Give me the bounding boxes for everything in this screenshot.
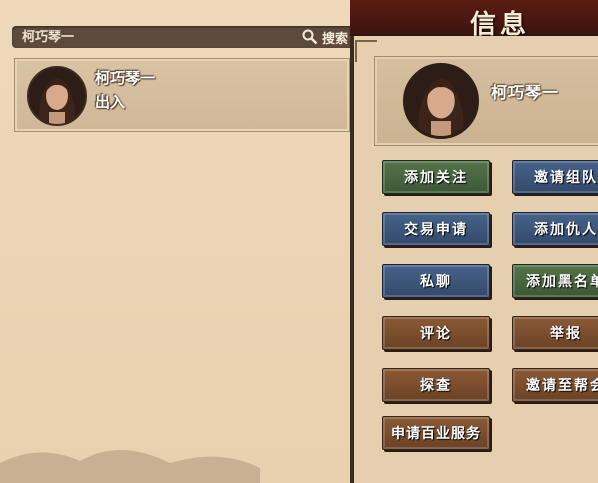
report-button[interactable]: 举报 — [512, 316, 598, 350]
trade-request-button[interactable]: 交易申请 — [382, 212, 490, 246]
profession-service-button[interactable]: 申请百业服务 — [382, 416, 490, 450]
search-button[interactable]: 搜索 — [302, 26, 348, 48]
private-chat-button[interactable]: 私聊 — [382, 264, 490, 298]
add-enemy-button[interactable]: 添加仇人 — [512, 212, 598, 246]
friend-name: 柯巧琴一 — [95, 69, 156, 87]
invite-guild-button[interactable]: 邀请至帮会 — [512, 368, 598, 402]
invite-team-button[interactable]: 邀请组队 — [512, 160, 598, 194]
search-bar: 搜索 — [12, 26, 354, 50]
friend-list-item[interactable]: 柯巧琴一 出入 — [14, 58, 350, 132]
inspect-button[interactable]: 探查 — [382, 368, 490, 402]
comment-button[interactable]: 评论 — [382, 316, 490, 350]
profile-card: 柯巧琴一 — [374, 56, 598, 146]
friend-status: 出入 — [95, 93, 126, 111]
search-icon — [302, 29, 318, 45]
profile-avatar — [403, 63, 479, 139]
blacklist-button[interactable]: 添加黑名单 — [512, 264, 598, 298]
profile-name: 柯巧琴一 — [491, 83, 560, 102]
portrait-image — [29, 68, 85, 124]
search-input[interactable] — [20, 26, 274, 50]
portrait-image — [406, 66, 476, 136]
search-button-label: 搜索 — [321, 31, 348, 47]
follow-button[interactable]: 添加关注 — [382, 160, 490, 194]
avatar — [27, 66, 87, 126]
